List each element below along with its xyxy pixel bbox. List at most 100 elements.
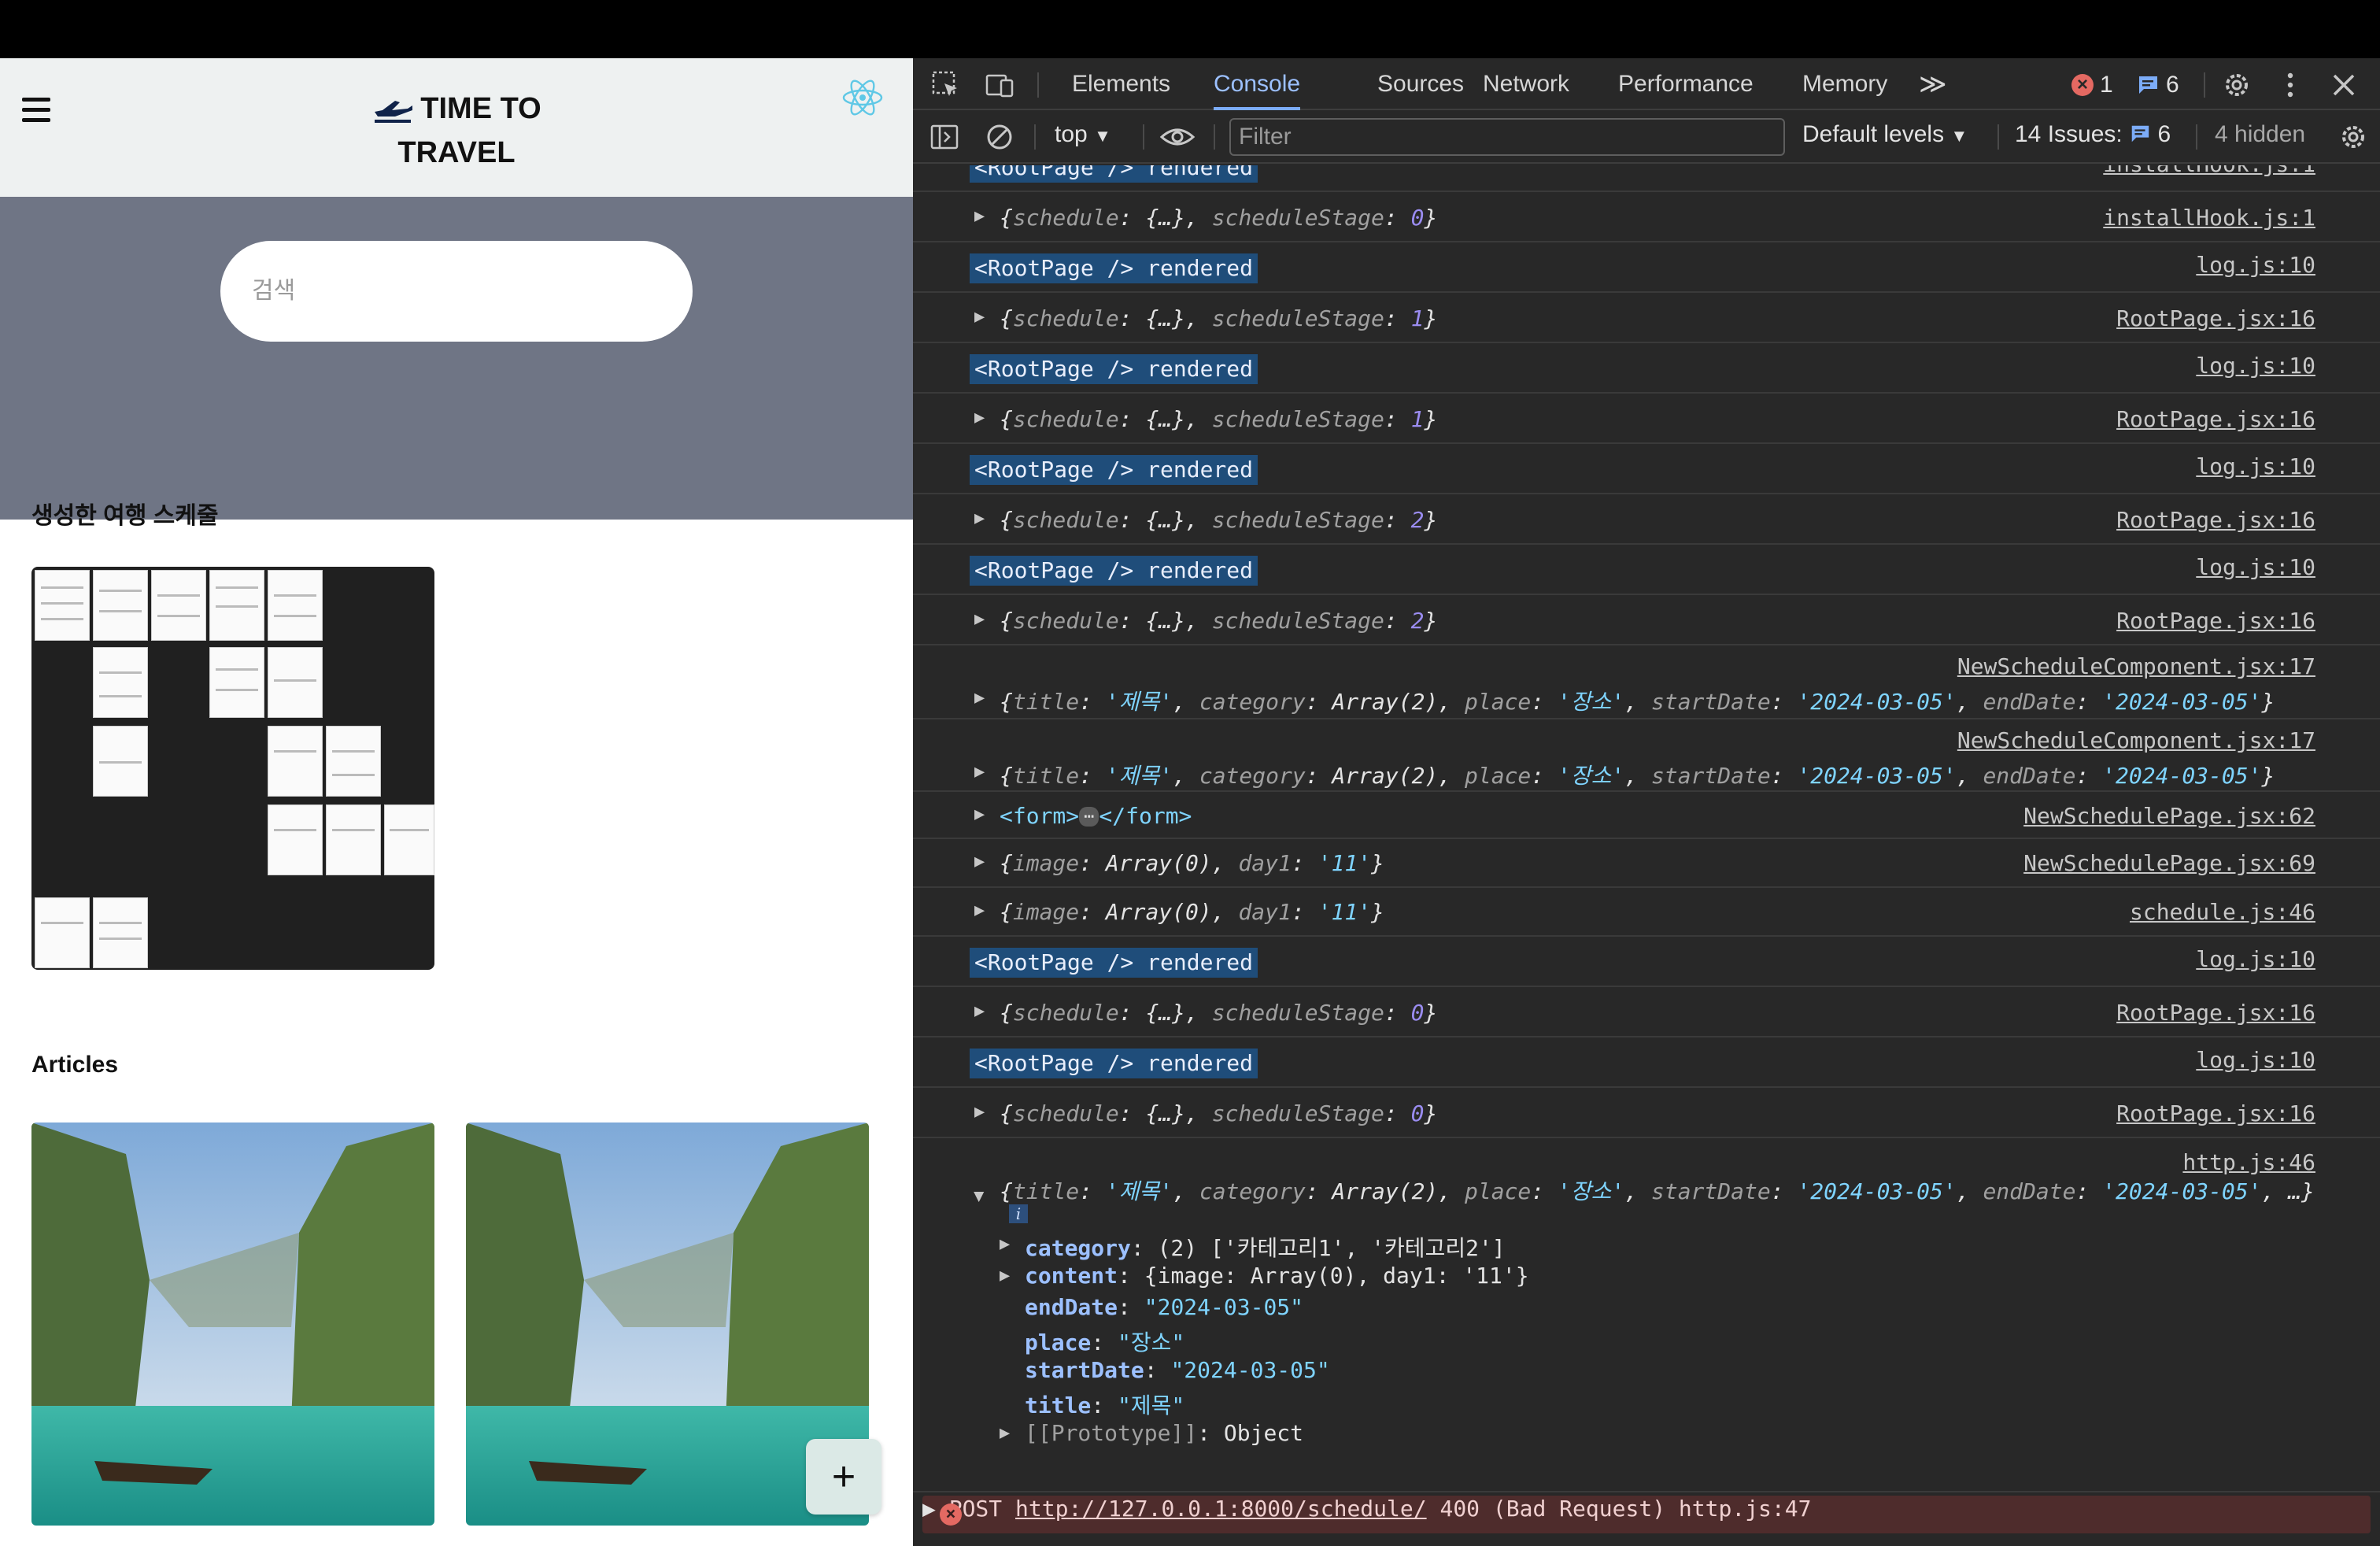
console-error-row: × ▶ POST http://127.0.0.1:8000/schedule/… [922, 1496, 2371, 1533]
log-source-link[interactable]: RootPage.jsx:16 [2116, 305, 2315, 331]
more-tabs-icon[interactable]: ≫ [1919, 58, 1947, 110]
issues-button[interactable]: 14 Issues: 6 [2015, 121, 2171, 148]
schedule-thumbnail [35, 897, 90, 968]
settings-gear-icon[interactable] [2221, 69, 2252, 101]
log-source-link[interactable]: http.js:46 [2182, 1149, 2315, 1175]
expand-arrow-icon[interactable]: ▶ [974, 901, 985, 920]
schedule-thumbnail [93, 647, 148, 718]
issues-label: 14 Issues: [2015, 121, 2123, 147]
error-url-link[interactable]: http://127.0.0.1:8000/schedule/ [1015, 1496, 1427, 1522]
react-icon[interactable] [842, 77, 883, 118]
sidebar-toggle-icon[interactable] [929, 121, 960, 153]
console-settings-gear-icon[interactable] [2338, 121, 2369, 153]
log-source-link[interactable]: log.js:10 [2196, 353, 2315, 379]
log-source-link[interactable]: log.js:10 [2196, 453, 2315, 479]
collapse-arrow-icon[interactable]: ▶ [970, 1192, 989, 1202]
expand-arrow-icon[interactable]: ▶ [974, 804, 985, 824]
message-icon [2138, 76, 2157, 94]
message-count-badge[interactable]: 6 [2136, 69, 2179, 101]
log-rendered-badge: <RootPage /> rendered [970, 1049, 1258, 1078]
log-source-link[interactable]: NewScheduleComponent.jsx:17 [1957, 727, 2315, 753]
log-object-preview: {schedule: {…}, scheduleStage: 2} [1000, 507, 1438, 533]
schedule-thumbnail [209, 570, 264, 641]
expand-arrow-icon[interactable]: ▶ [1000, 1234, 1010, 1254]
context-select[interactable]: top ▼ [1055, 121, 1111, 148]
log-object-preview: {title: '제목', category: Array(2), place:… [1000, 689, 2275, 715]
schedule-card[interactable] [31, 567, 434, 970]
expand-arrow-icon[interactable]: ▶ [974, 852, 985, 871]
message-count: 6 [2166, 72, 2179, 98]
log-source-link[interactable]: RootPage.jsx:16 [2116, 1000, 2315, 1026]
log-source-link[interactable]: schedule.js:46 [2130, 899, 2315, 925]
console-log-row: ▶ {schedule: {…}, scheduleStage: 0} Root… [913, 987, 2380, 1037]
error-count-badge[interactable]: × 1 [2071, 69, 2113, 101]
filter-input[interactable] [1229, 118, 1785, 156]
tab-console[interactable]: Console [1214, 58, 1301, 110]
expand-arrow-icon[interactable]: ▶ [1000, 1266, 1010, 1285]
property-prototype: [[Prototype]]: Object [1025, 1420, 1304, 1446]
device-toolbar-icon[interactable] [984, 69, 1015, 101]
console-output[interactable]: <RootPage /> rendered installHook.js:1 ▶… [913, 165, 2380, 1546]
console-log-row: ▶ {schedule: {…}, scheduleStage: 2} Root… [913, 595, 2380, 645]
tab-elements[interactable]: Elements [1072, 58, 1170, 110]
log-levels-dropdown[interactable]: Default levels ▼ [1802, 121, 1968, 148]
tab-sources[interactable]: Sources [1377, 58, 1464, 110]
log-source-link[interactable]: log.js:10 [2196, 946, 2315, 972]
log-source-link[interactable]: http.js:47 [1679, 1496, 1812, 1522]
expand-arrow-icon[interactable]: ▶ [922, 1496, 936, 1522]
clear-console-icon[interactable] [984, 121, 1015, 153]
console-log-row: ▶ {schedule: {…}, scheduleStage: 0} inst… [913, 192, 2380, 242]
hamburger-menu-icon[interactable] [22, 90, 50, 129]
error-count: 1 [2100, 72, 2113, 98]
console-prompt-icon[interactable]: › [937, 1543, 951, 1546]
log-form-element[interactable]: <form> ⋯ </form> [1000, 803, 1192, 829]
log-source-link[interactable]: log.js:10 [2196, 1047, 2315, 1073]
live-expression-eye-icon[interactable] [1159, 121, 1196, 153]
console-log-row: ▶ {image: Array(0), day1: '11'} schedule… [913, 888, 2380, 937]
tab-network[interactable]: Network [1483, 58, 1569, 110]
expand-arrow-icon[interactable]: ▶ [974, 1102, 985, 1122]
property-place: place: "장소" [1025, 1330, 1185, 1356]
tab-memory[interactable]: Memory [1802, 58, 1887, 110]
schedule-thumbnail [384, 804, 434, 875]
log-source-link[interactable]: installHook.js:1 [2103, 165, 2315, 177]
info-icon[interactable]: i [1009, 1204, 1028, 1223]
article-card[interactable] [31, 1123, 434, 1526]
close-icon[interactable] [2328, 69, 2360, 101]
inspect-element-icon[interactable] [930, 69, 962, 101]
log-object-preview: {schedule: {…}, scheduleStage: 2} [1000, 608, 1438, 634]
log-source-link[interactable]: NewScheduleComponent.jsx:17 [1957, 653, 2315, 679]
expand-arrow-icon[interactable]: ▶ [974, 762, 985, 782]
error-icon: × [2071, 74, 2094, 96]
console-log-row: <RootPage /> rendered log.js:10 [913, 343, 2380, 394]
log-source-link[interactable]: RootPage.jsx:16 [2116, 608, 2315, 634]
log-source-link[interactable]: RootPage.jsx:16 [2116, 507, 2315, 533]
schedules-section-title: 생성한 여행 스케줄 [31, 503, 219, 529]
expand-arrow-icon[interactable]: ▶ [974, 509, 985, 528]
log-object-preview: {schedule: {…}, scheduleStage: 1} [1000, 406, 1438, 432]
search-input[interactable] [220, 241, 693, 342]
expand-arrow-icon[interactable]: ▶ [1000, 1423, 1010, 1443]
schedule-thumbnail [35, 570, 90, 641]
more-options-icon[interactable] [2275, 69, 2306, 101]
expand-arrow-icon[interactable]: ▶ [974, 688, 985, 708]
expand-arrow-icon[interactable]: ▶ [974, 1001, 985, 1021]
error-message: POST http://127.0.0.1:8000/schedule/ 400… [948, 1496, 1666, 1522]
add-schedule-button[interactable]: + [806, 1439, 881, 1515]
log-object-preview: {image: Array(0), day1: '11'} [1000, 850, 1384, 876]
log-source-link[interactable]: log.js:10 [2196, 554, 2315, 580]
log-source-link[interactable]: installHook.js:1 [2103, 205, 2315, 231]
expand-arrow-icon[interactable]: ▶ [974, 307, 985, 327]
brand-logo[interactable]: TIME TO TRAVEL [362, 87, 551, 175]
log-source-link[interactable]: NewSchedulePage.jsx:69 [2023, 850, 2315, 876]
log-source-link[interactable]: RootPage.jsx:16 [2116, 1100, 2315, 1126]
log-source-link[interactable]: log.js:10 [2196, 252, 2315, 278]
expand-arrow-icon[interactable]: ▶ [974, 206, 985, 226]
console-filter-bar: top ▼ Default levels ▼ 14 Issues: 6 4 hi… [913, 112, 2380, 164]
tab-performance[interactable]: Performance [1618, 58, 1754, 110]
log-source-link[interactable]: NewSchedulePage.jsx:62 [2023, 803, 2315, 829]
console-log-row: ▶ {schedule: {…}, scheduleStage: 2} Root… [913, 494, 2380, 545]
log-source-link[interactable]: RootPage.jsx:16 [2116, 406, 2315, 432]
expand-arrow-icon[interactable]: ▶ [974, 609, 985, 629]
expand-arrow-icon[interactable]: ▶ [974, 408, 985, 427]
